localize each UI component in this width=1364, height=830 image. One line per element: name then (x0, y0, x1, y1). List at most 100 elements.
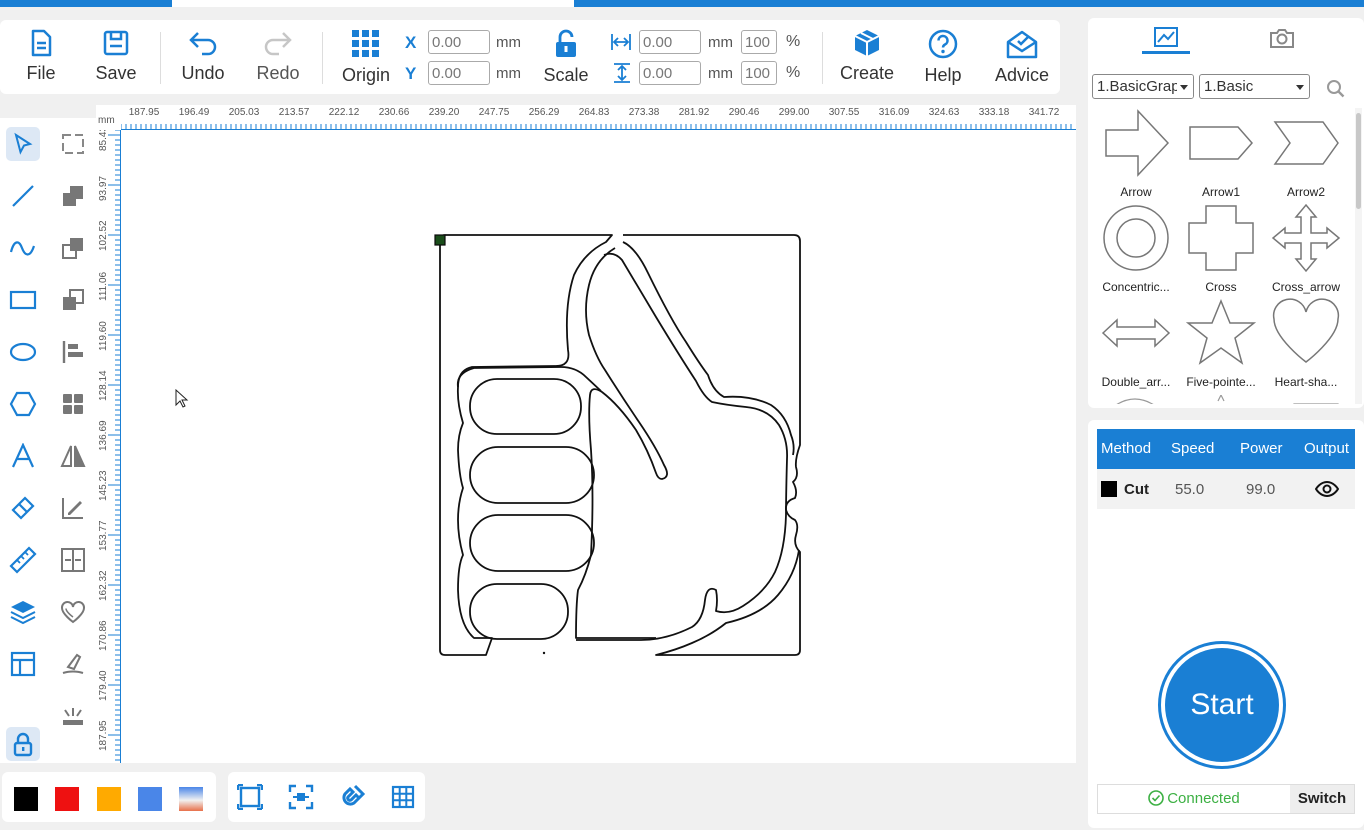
shape-arrow[interactable]: Arrow (1094, 108, 1178, 199)
line-tool[interactable] (6, 179, 40, 213)
help-icon (928, 29, 958, 59)
curve-tool[interactable] (6, 231, 40, 265)
shape-heart[interactable]: Heart-sha... (1264, 298, 1348, 389)
undo-icon (189, 32, 217, 56)
offset-tool[interactable] (56, 595, 90, 629)
layer-speed[interactable]: 55.0 (1175, 481, 1204, 498)
redo-button[interactable]: Redo (243, 28, 313, 84)
shape-concentric[interactable]: Concentric... (1094, 203, 1178, 294)
scrollbar-thumb[interactable] (1356, 113, 1361, 209)
layer-row[interactable]: Cut 55.0 99.0 (1097, 469, 1355, 509)
subcategory-select[interactable]: 1.Basic (1199, 74, 1310, 99)
undo-button[interactable]: Undo (168, 28, 238, 84)
layer-color-swatch[interactable] (1101, 481, 1117, 497)
intersect-tool[interactable] (56, 283, 90, 317)
swatch-gradient[interactable] (179, 787, 203, 811)
layer-method[interactable]: Cut (1124, 481, 1149, 498)
magnet-icon[interactable] (338, 783, 366, 811)
shape-name: Cross_arrow (1271, 280, 1340, 294)
array-tool[interactable] (56, 387, 90, 421)
start-label: Start (1165, 648, 1279, 762)
connection-status-bar: Connected Switch (1097, 784, 1355, 814)
node-edit-tool[interactable] (56, 127, 90, 161)
advice-button[interactable]: Advice (987, 28, 1057, 86)
draw-tool[interactable] (56, 647, 90, 681)
width-input[interactable] (639, 30, 701, 54)
height-input[interactable] (639, 61, 701, 85)
shape-cross[interactable]: Cross (1179, 203, 1263, 294)
split-tool[interactable] (56, 543, 90, 577)
subtract-icon (62, 238, 83, 259)
path-edit-tool[interactable] (56, 491, 90, 525)
mirror-icon (60, 445, 86, 467)
layers-icon (10, 601, 36, 625)
design-canvas[interactable]: 187.95 196.49 205.03 213.57 222.12 230.66 239.… (96, 105, 1076, 763)
origin-button[interactable]: Origin (331, 28, 401, 86)
cursor-arrow-icon (14, 132, 33, 155)
start-button[interactable]: Start (1158, 641, 1286, 769)
select-tool[interactable] (6, 127, 40, 161)
save-label: Save (95, 63, 137, 83)
eye-icon[interactable] (1315, 480, 1339, 498)
rectangle-tool[interactable] (6, 283, 40, 317)
grid-toggle-icon[interactable] (390, 784, 416, 810)
polygon-tool[interactable] (6, 387, 40, 421)
category-select[interactable]: 1.BasicGraphics (1092, 74, 1194, 99)
shape-cross-arrow[interactable]: Cross_arrow (1264, 203, 1348, 294)
swatch-blue[interactable] (138, 787, 162, 811)
width-percent-input[interactable] (741, 30, 777, 54)
subtract-tool[interactable] (56, 231, 90, 265)
shape-grid-scrollbar[interactable] (1355, 108, 1362, 404)
layout-tool[interactable] (6, 647, 40, 681)
lock-icon (13, 732, 33, 757)
create-button[interactable]: Create (832, 28, 902, 84)
text-tool[interactable] (6, 439, 40, 473)
focus-selection-icon[interactable] (288, 784, 314, 810)
x-position-input[interactable] (428, 30, 490, 54)
ellipse-tool[interactable] (6, 335, 40, 369)
tab-graphics[interactable] (1142, 26, 1190, 54)
switch-button[interactable]: Switch (1290, 785, 1354, 813)
arrow2-shape-icon (1273, 121, 1339, 165)
eraser-tool[interactable] (6, 491, 40, 525)
connection-status: Connected (1098, 785, 1290, 813)
color-swatch-bar (2, 772, 216, 822)
selection-handle[interactable] (434, 234, 446, 246)
layer-power[interactable]: 99.0 (1246, 481, 1275, 498)
create-label: Create (839, 63, 895, 83)
tab-camera[interactable] (1258, 26, 1306, 54)
star-shape-icon (1185, 299, 1257, 365)
x-unit: mm (496, 34, 521, 51)
thumbs-up-drawing[interactable] (96, 105, 1076, 763)
drawing-dot (542, 651, 546, 655)
help-button[interactable]: Help (908, 28, 978, 86)
measure-tool[interactable] (6, 543, 40, 577)
shape-arrow2[interactable]: Arrow2 (1264, 108, 1348, 199)
height-percent-input[interactable] (741, 61, 777, 85)
align-tool[interactable] (56, 335, 90, 369)
save-button[interactable]: Save (81, 28, 151, 84)
swatch-black[interactable] (14, 787, 38, 811)
intersect-icon (63, 289, 84, 310)
shape-double-arrow[interactable]: Double_arr... (1094, 298, 1178, 389)
file-button[interactable]: File (6, 28, 76, 84)
laser-tool[interactable] (56, 699, 90, 733)
swatch-orange[interactable] (97, 787, 121, 811)
x-axis-label: X (405, 33, 417, 52)
lock-tool[interactable] (6, 727, 40, 761)
y-position-input[interactable] (428, 61, 490, 85)
shape-five-pointed-star[interactable]: Five-pointe... (1179, 298, 1263, 389)
mirror-tool[interactable] (56, 439, 90, 473)
shape-arrow1[interactable]: Arrow1 (1179, 108, 1263, 199)
union-tool[interactable] (56, 179, 90, 213)
shape-grid: Arrow Arrow1 Arrow2 Concentric... Cross … (1088, 108, 1354, 404)
fit-to-screen-icon[interactable] (237, 784, 263, 810)
double-arrow-shape-icon (1101, 318, 1171, 348)
save-icon (103, 30, 129, 56)
search-icon[interactable] (1326, 79, 1346, 99)
advice-label: Advice (994, 65, 1050, 85)
layers-tool[interactable] (6, 595, 40, 629)
swatch-red[interactable] (55, 787, 79, 811)
scale-lock-button[interactable]: Scale (531, 28, 601, 86)
height-arrows-icon (614, 63, 630, 83)
